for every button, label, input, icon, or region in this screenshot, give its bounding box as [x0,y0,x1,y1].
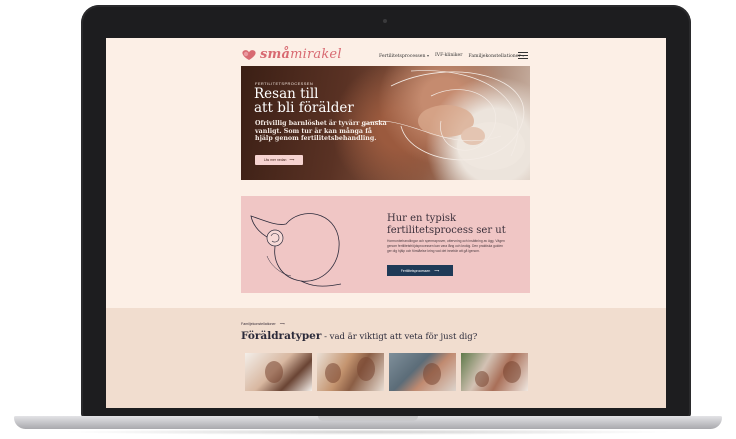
thumbnail-couple[interactable] [245,353,312,391]
button-label: Läs mer nedan [263,158,287,162]
hamburger-icon[interactable] [518,52,528,59]
hero-title-line: Resan till [254,86,319,102]
arrow-right-icon: ⟶ [434,268,440,273]
hero-text: Ofrivillig barnlöshet är tyvärr ganska v… [255,120,387,143]
main-nav: Fertilitetsprocessen ▾ IVF-kliniker Fami… [379,53,524,59]
site-header: småmirakel Fertilitetsprocessen ▾ IVF-kl… [106,46,666,66]
nav-label: Familjekonstellationer [468,54,521,59]
eyebrow-label: Familjekonstellationer [241,322,276,326]
logo-suffix: mirakel [290,47,342,62]
chevron-down-icon: ▾ [426,53,429,58]
nav-label: Fertilitetsprocessen [379,54,426,59]
face-shape [357,357,375,381]
logo[interactable]: småmirakel [260,47,342,62]
read-more-button[interactable]: Läs mer nedan ⟶ [255,155,303,165]
arrow-right-icon: ⟶ [289,158,295,162]
arrow-right-icon: ⟶ [279,322,285,326]
face-shape [325,363,341,383]
face-shape [503,361,521,383]
nav-fertilitetsprocessen[interactable]: Fertilitetsprocessen ▾ [379,53,429,59]
button-label: Fertilitetsprocessen [400,268,431,273]
hero-banner: FERTILITETSPROCESSEN Resan till att bli … [241,66,530,180]
heading-strong: Föräldratyper [241,330,322,342]
hero-title-line: att bli förälder [254,100,354,116]
laptop-notch [318,416,418,421]
face-shape [265,361,283,383]
heading-rest: - vad är viktigt att veta för just dig? [321,332,478,342]
process-card: Hur en typisk fertilitetsprocess ser ut … [241,196,530,293]
screen: småmirakel Fertilitetsprocessen ▾ IVF-kl… [106,38,666,408]
uterus-illustration [250,213,342,287]
nav-ivf-kliniker[interactable]: IVF-kliniker [435,53,463,59]
parents-eyebrow-link[interactable]: Familjekonstellationer ⟶ [241,322,285,326]
process-title: Hur en typisk fertilitetsprocess ser ut [387,213,506,236]
process-text: Hormonbehandlingar och spermaprover, utt… [387,239,505,253]
nav-familjekonstellationer[interactable]: Familjekonstellationer ▾ [468,53,524,59]
nav-label: IVF-kliniker [434,53,463,58]
parents-heading: Föräldratyper - vad är viktigt att veta … [241,330,477,342]
thumbnail-parents-baby[interactable] [317,353,384,391]
parent-types-section: Familjekonstellationer ⟶ Föräldratyper -… [106,308,666,408]
face-shape [423,363,441,385]
hero-title: Resan till att bli förälder [254,87,394,115]
fertility-process-button[interactable]: Fertilitetsprocessen ⟶ [387,265,453,276]
face-shape [475,371,489,387]
laptop-shadow [60,429,676,435]
logo-prefix: små [260,47,291,62]
thumbnail-mother-baby[interactable] [389,353,456,391]
camera-icon [383,19,387,23]
thumbnail-family-home[interactable] [461,353,528,391]
heart-logo-icon[interactable] [240,49,258,61]
